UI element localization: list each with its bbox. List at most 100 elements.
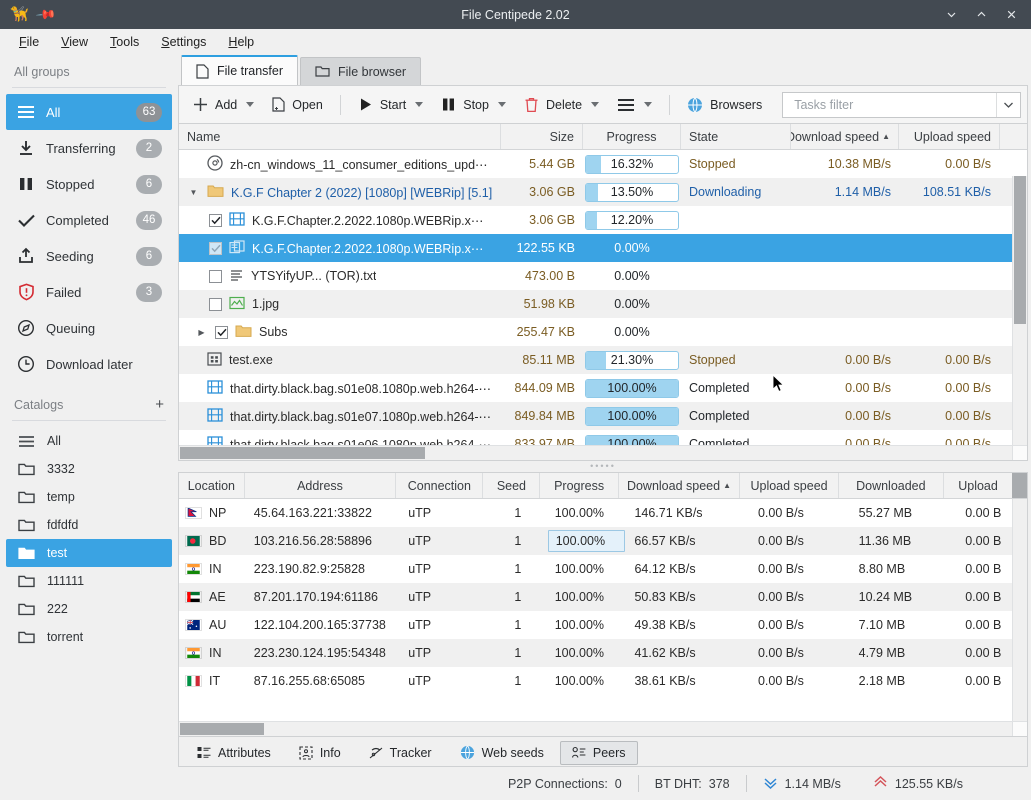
- table-row[interactable]: K.G.F.Chapter.2.2022.1080p.WEBRip.x⋯ 3.0…: [179, 206, 1027, 234]
- column-header-connection[interactable]: Connection: [396, 473, 483, 498]
- table-row[interactable]: test.exe 85.11 MB 21.30% Stopped 0.00 B/…: [179, 346, 1027, 374]
- delete-button[interactable]: Delete: [516, 93, 607, 117]
- column-header-download-speed[interactable]: Download speed▲: [619, 473, 740, 498]
- maximize-button[interactable]: [967, 2, 995, 28]
- scrollbar-thumb[interactable]: [1014, 176, 1026, 324]
- table-row[interactable]: zh-cn_windows_11_consumer_editions_upd⋯ …: [179, 150, 1027, 178]
- row-checkbox[interactable]: [209, 270, 222, 283]
- sidebar-item-stopped[interactable]: Stopped 6: [6, 166, 172, 202]
- column-header-seed[interactable]: Seed: [483, 473, 540, 498]
- column-header-state[interactable]: State: [681, 124, 791, 149]
- column-header-uploaded[interactable]: Upload: [944, 473, 1013, 498]
- transfer-horizontal-scrollbar[interactable]: [179, 445, 1027, 460]
- sidebar-item-download-later[interactable]: Download later: [6, 346, 172, 382]
- table-row[interactable]: 1.jpg 51.98 KB 0.00%: [179, 290, 1027, 318]
- table-row[interactable]: K.G.F.Chapter.2.2022.1080p.WEBRip.x⋯ 122…: [179, 234, 1027, 262]
- catalog-item-111111[interactable]: 111111: [6, 567, 172, 595]
- chevron-down-icon[interactable]: [996, 93, 1020, 117]
- tasks-filter-input[interactable]: [792, 97, 996, 113]
- chevron-down-icon[interactable]: [644, 102, 652, 107]
- table-row[interactable]: that.dirty.black.bag.s01e07.1080p.web.h2…: [179, 402, 1027, 430]
- peer-progress: 100.00%: [547, 639, 627, 667]
- add-catalog-button[interactable]: +: [155, 396, 166, 413]
- toolbar-menu-button[interactable]: [609, 94, 660, 116]
- chevron-down-icon[interactable]: [591, 102, 599, 107]
- table-row[interactable]: that.dirty.black.bag.s01e08.1080p.web.h2…: [179, 374, 1027, 402]
- table-row[interactable]: IT 87.16.255.68:65085 uTP 1 100.00% 38.6…: [179, 667, 1027, 695]
- catalog-item-all[interactable]: All: [6, 427, 172, 455]
- column-header-name[interactable]: Name: [179, 124, 501, 149]
- tab-attributes[interactable]: Attributes: [185, 741, 283, 765]
- tab-file-transfer[interactable]: File transfer: [181, 55, 298, 85]
- stop-button[interactable]: Stop: [433, 93, 514, 116]
- scrollbar-thumb[interactable]: [180, 447, 425, 459]
- chevron-down-icon[interactable]: [415, 102, 423, 107]
- catalog-item-fdfdfd[interactable]: fdfdfd: [6, 511, 172, 539]
- tab-tracker[interactable]: Tracker: [357, 741, 444, 765]
- catalog-item-temp[interactable]: temp: [6, 483, 172, 511]
- column-header-size[interactable]: Size: [501, 124, 583, 149]
- catalog-item-222[interactable]: 222: [6, 595, 172, 623]
- menu-tools[interactable]: Tools: [101, 32, 148, 52]
- tab-file-browser[interactable]: File browser: [300, 57, 421, 85]
- open-button[interactable]: Open: [264, 93, 331, 116]
- tab-info[interactable]: Info: [287, 741, 353, 765]
- sidebar-item-failed[interactable]: Failed 3: [6, 274, 172, 310]
- table-row[interactable]: BD 103.216.56.28:58896 uTP 1 100.00% 66.…: [179, 527, 1027, 555]
- column-header-download-speed[interactable]: Download speed▲: [791, 124, 899, 149]
- menu-settings[interactable]: Settings: [152, 32, 215, 52]
- column-header-progress[interactable]: Progress: [540, 473, 618, 498]
- expander-collapse-icon[interactable]: ▼: [187, 188, 200, 197]
- table-row[interactable]: AU 122.104.200.165:37738 uTP 1 100.00% 4…: [179, 611, 1027, 639]
- catalog-item-3332[interactable]: 3332: [6, 455, 172, 483]
- panel-splitter[interactable]: •••••: [178, 461, 1028, 472]
- menu-help[interactable]: Help: [219, 32, 263, 52]
- trash-icon: [524, 97, 539, 113]
- catalog-item-torrent[interactable]: torrent: [6, 623, 172, 651]
- table-row[interactable]: that.dirty.black.bag.s01e06.1080p.web.h2…: [179, 430, 1027, 445]
- column-header-upload-speed[interactable]: Upload speed: [899, 124, 999, 149]
- table-row[interactable]: IN 223.190.82.9:25828 uTP 1 100.00% 64.1…: [179, 555, 1027, 583]
- chevron-down-icon[interactable]: [246, 102, 254, 107]
- column-header-downloaded[interactable]: Downloaded: [839, 473, 944, 498]
- catalog-item-test[interactable]: test: [6, 539, 172, 567]
- chevron-down-icon[interactable]: [498, 102, 506, 107]
- column-header-progress[interactable]: Progress: [583, 124, 681, 149]
- table-row[interactable]: ▼ K.G.F Chapter 2 (2022) [1080p] [WEBRip…: [179, 178, 1027, 206]
- peers-vertical-scrollbar[interactable]: [1012, 499, 1027, 721]
- row-checkbox[interactable]: [215, 326, 228, 339]
- menu-view[interactable]: View: [52, 32, 97, 52]
- expander-expand-icon[interactable]: ▶: [195, 328, 208, 337]
- table-row[interactable]: IN 223.230.124.195:54348 uTP 1 100.00% 4…: [179, 639, 1027, 667]
- tab-web-seeds[interactable]: Web seeds: [448, 740, 556, 765]
- peers-horizontal-scrollbar[interactable]: [179, 721, 1027, 736]
- close-button[interactable]: [997, 2, 1025, 28]
- row-checkbox[interactable]: [209, 298, 222, 311]
- tab-peers[interactable]: Peers: [560, 741, 638, 765]
- sidebar-item-completed[interactable]: Completed 46: [6, 202, 172, 238]
- row-checkbox[interactable]: [209, 242, 222, 255]
- sidebar-item-seeding[interactable]: Seeding 6: [6, 238, 172, 274]
- peer-progress[interactable]: 100.00%: [548, 530, 626, 552]
- start-button[interactable]: Start: [350, 93, 431, 116]
- column-header-address[interactable]: Address: [245, 473, 397, 498]
- minimize-button[interactable]: [937, 2, 965, 28]
- sidebar-item-queuing[interactable]: Queuing: [6, 310, 172, 346]
- tracker-icon: [369, 746, 383, 760]
- table-row[interactable]: YTSYifyUP... (TOR).txt 473.00 B 0.00%: [179, 262, 1027, 290]
- browsers-button[interactable]: Browsers: [679, 93, 770, 117]
- column-header-location[interactable]: Location: [179, 473, 245, 498]
- row-checkbox[interactable]: [209, 214, 222, 227]
- pin-icon[interactable]: 📌: [35, 4, 56, 24]
- sidebar-item-all[interactable]: All 63: [6, 94, 172, 130]
- table-row[interactable]: NP 45.64.163.221:33822 uTP 1 100.00% 146…: [179, 499, 1027, 527]
- scrollbar-thumb[interactable]: [180, 723, 264, 735]
- tasks-filter[interactable]: [782, 92, 1021, 118]
- column-header-upload-speed[interactable]: Upload speed: [740, 473, 839, 498]
- menu-file[interactable]: File: [10, 32, 48, 52]
- add-button[interactable]: Add: [185, 93, 262, 116]
- table-row[interactable]: AE 87.201.170.194:61186 uTP 1 100.00% 50…: [179, 583, 1027, 611]
- transfer-vertical-scrollbar[interactable]: [1012, 176, 1027, 445]
- sidebar-item-transferring[interactable]: Transferring 2: [6, 130, 172, 166]
- table-row[interactable]: ▶ Subs 255.47 KB 0.00%: [179, 318, 1027, 346]
